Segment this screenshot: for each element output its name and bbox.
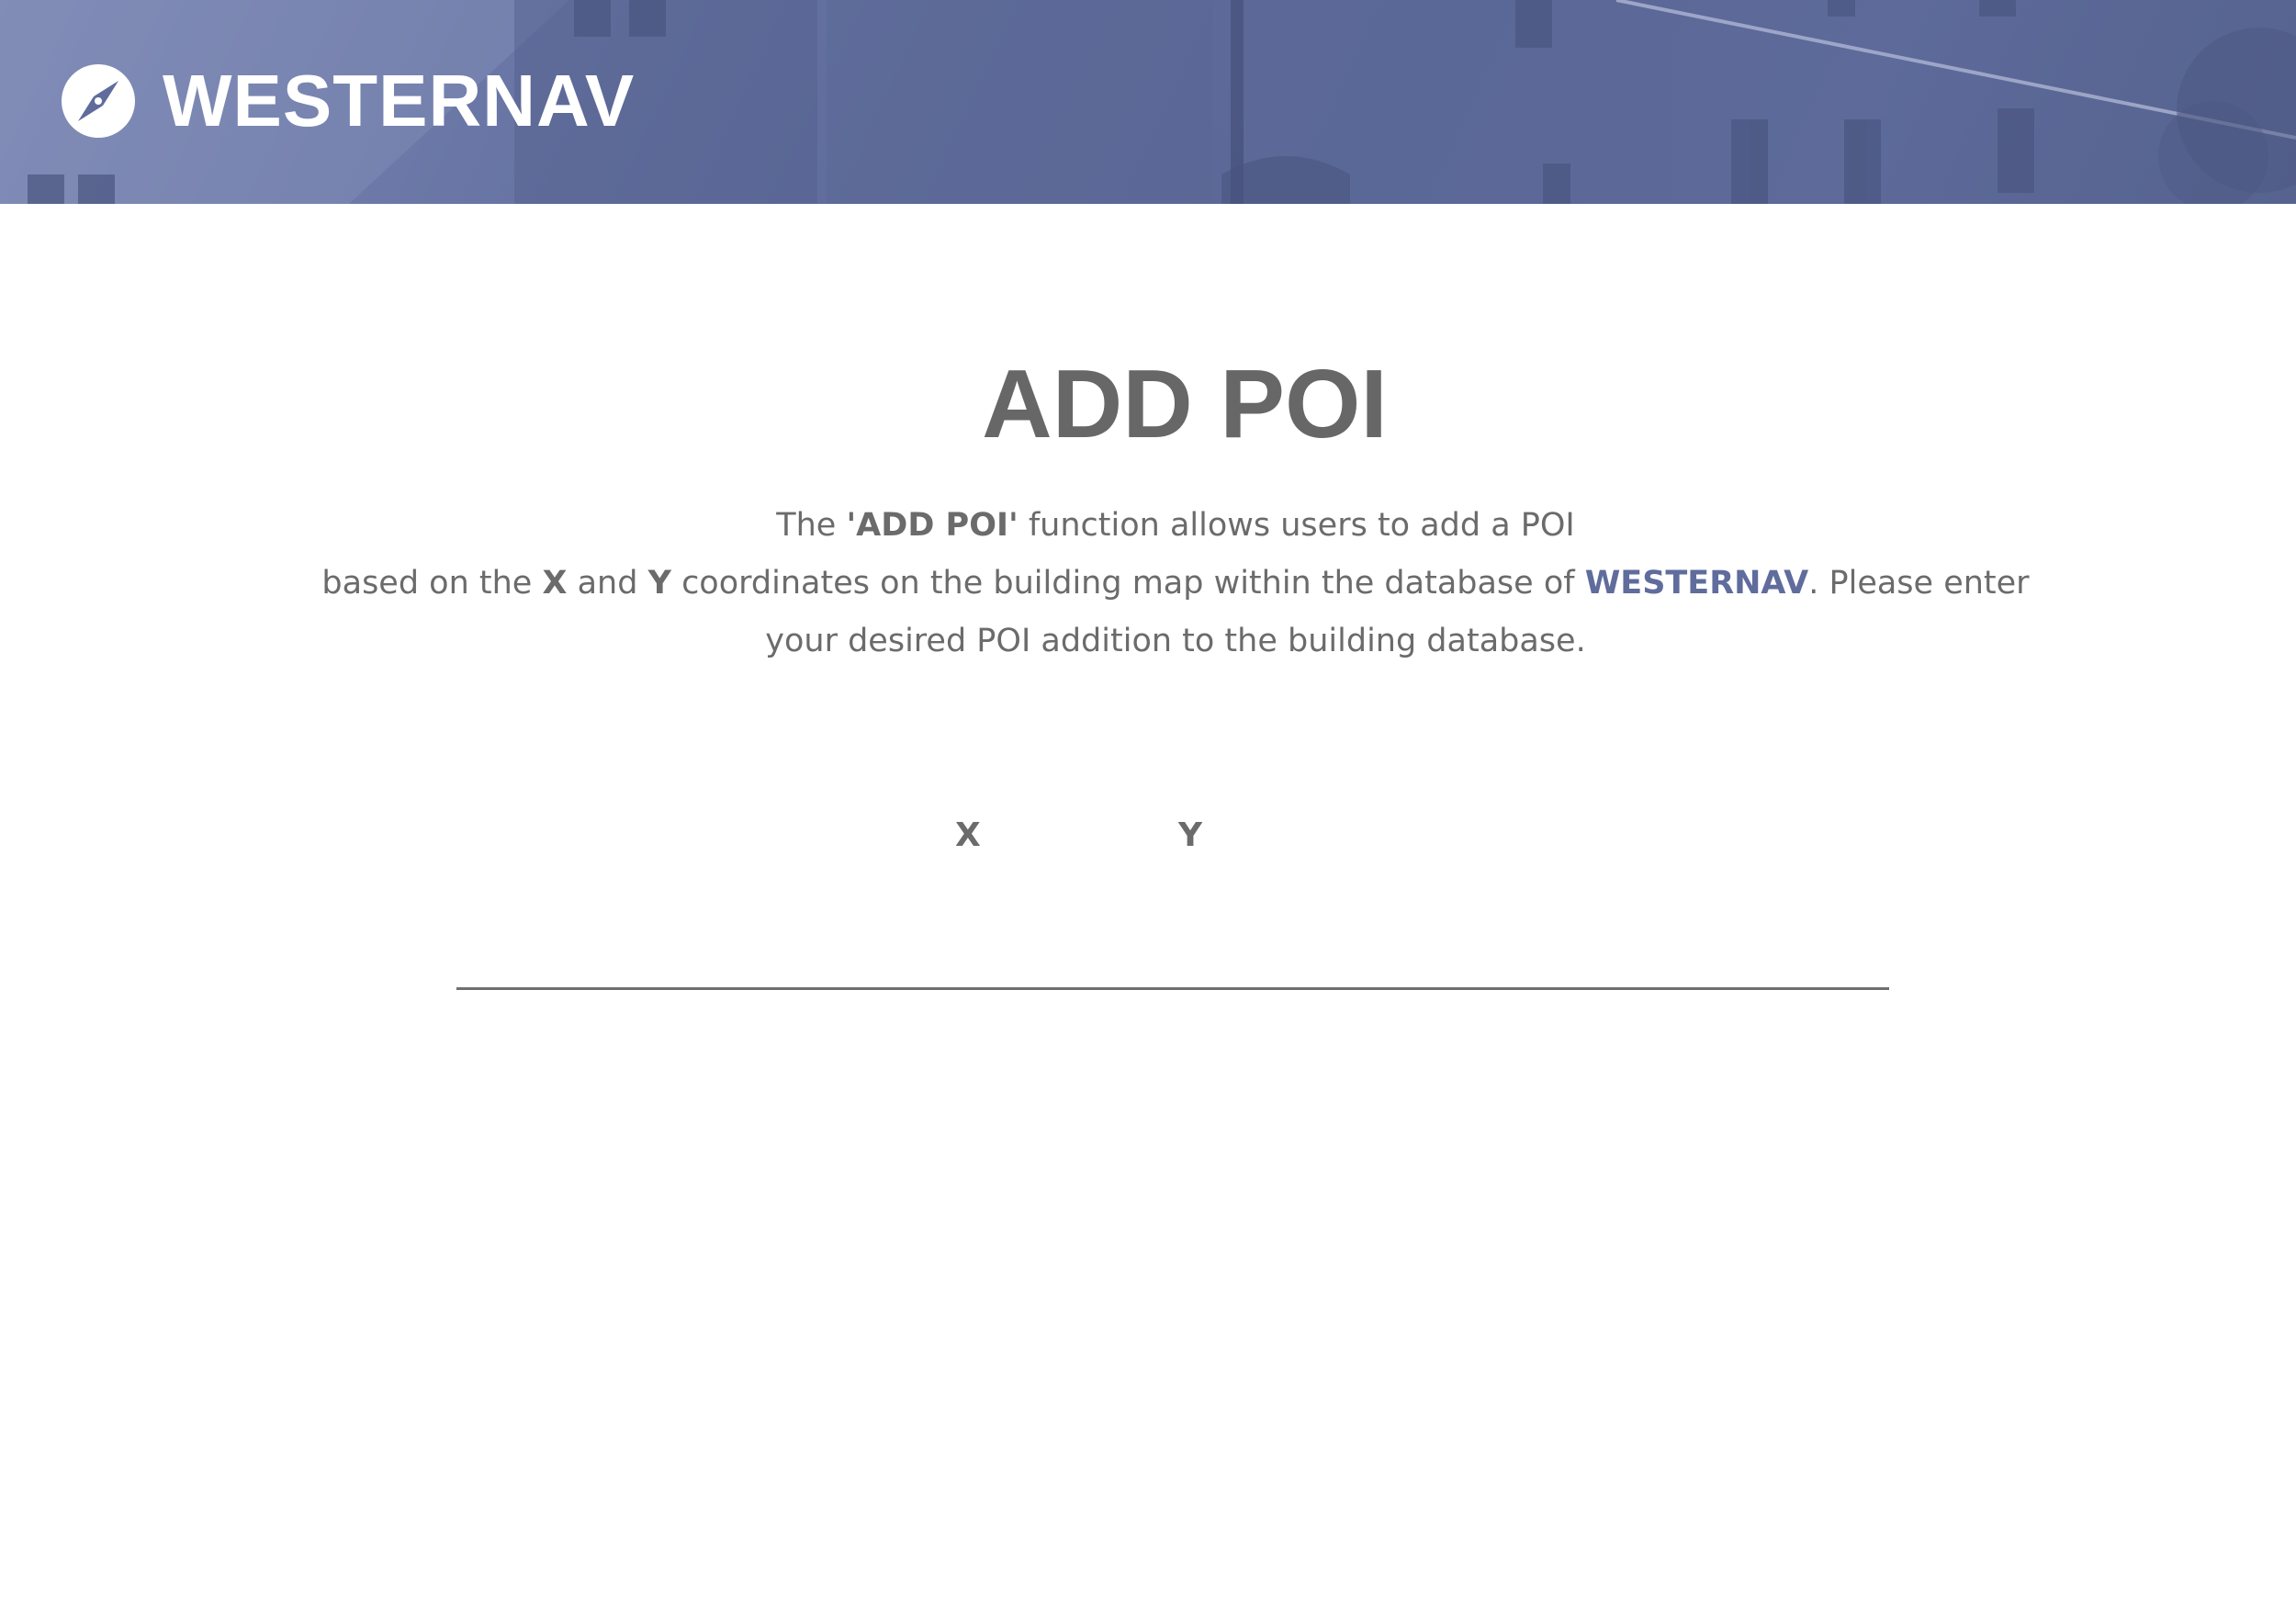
description-text: and xyxy=(567,565,648,602)
function-name: 'ADD POI' xyxy=(846,507,1019,544)
description-line-3: your desired POI addition to the buildin… xyxy=(765,623,1586,659)
compass-icon xyxy=(62,64,135,138)
brand-logo[interactable]: WESTERNAV xyxy=(62,62,635,140)
y-coordinate-label: Y xyxy=(1178,816,1203,854)
y-emphasis: Y xyxy=(647,565,671,602)
description-line-2: based on the X and Y coordinates on the … xyxy=(230,555,2122,613)
page-description: The 'ADD POI' function allows users to a… xyxy=(230,497,2122,670)
page-title: ADD POI xyxy=(982,350,1388,458)
description-line-1: The 'ADD POI' function allows users to a… xyxy=(230,497,2122,555)
description-text: function allows users to add a POI xyxy=(1018,507,1575,544)
x-emphasis: X xyxy=(542,565,568,602)
section-divider xyxy=(456,987,1889,990)
x-coordinate-label: X xyxy=(955,816,981,854)
description-text: . Please enter xyxy=(1808,565,2030,602)
description-text: coordinates on the building map within t… xyxy=(670,565,1585,602)
description-text: based on the xyxy=(321,565,543,602)
brand-name: WESTERNAV xyxy=(163,60,636,141)
brand-reference: WESTERNAV xyxy=(1584,565,1809,602)
site-header: WESTERNAV xyxy=(0,0,2296,204)
description-text: The xyxy=(776,507,847,544)
